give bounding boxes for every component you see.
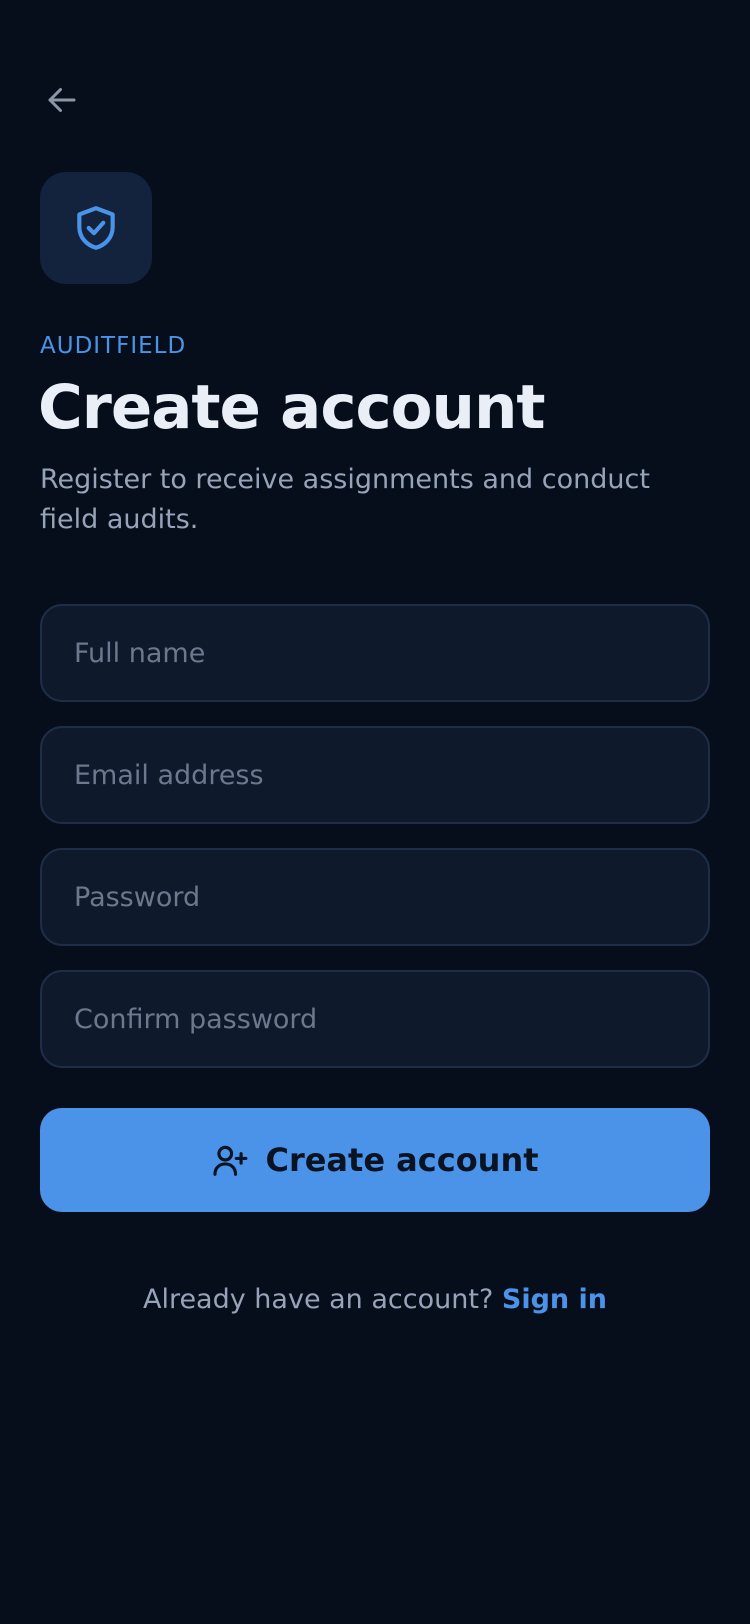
brand-name: AUDITFIELD (40, 333, 187, 359)
password-input[interactable] (40, 848, 710, 946)
app-logo (40, 172, 152, 284)
confirm-password-input[interactable] (40, 970, 710, 1068)
page-subtitle: Register to receive assignments and cond… (40, 464, 650, 535)
arrow-left-icon (48, 88, 76, 112)
shield-check-icon (77, 206, 115, 250)
signin-prompt-text: Already have an account? (142, 1284, 494, 1315)
user-plus-icon (213, 1145, 248, 1176)
create-account-button[interactable]: Create account (40, 1108, 710, 1212)
create-account-screen: AUDITFIELD Create account Register to re… (0, 0, 750, 1624)
sign-in-link[interactable]: Sign in (502, 1284, 607, 1315)
full-name-input[interactable] (40, 604, 710, 702)
page-title: Create account (38, 372, 546, 443)
back-button[interactable] (40, 78, 84, 122)
create-account-button-label: Create account (265, 1141, 539, 1179)
signin-prompt: Already have an account? Sign in (0, 1284, 750, 1315)
email-input[interactable] (40, 726, 710, 824)
